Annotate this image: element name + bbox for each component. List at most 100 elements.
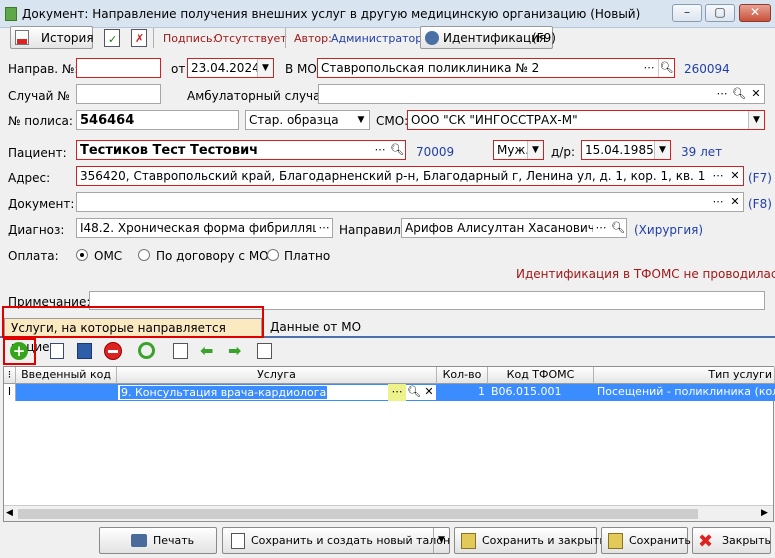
print-label: Печать: [153, 534, 195, 547]
ellipsis-icon[interactable]: ⋯: [714, 85, 730, 103]
save-button[interactable]: Сохранить: [601, 527, 691, 554]
ellipsis-icon[interactable]: ⋯: [641, 59, 657, 77]
tab-mo-data[interactable]: Данные от МО: [264, 318, 367, 337]
unsign-doc-icon[interactable]: ✗: [131, 29, 147, 47]
history-label: История: [41, 31, 94, 45]
service-edit-cell[interactable]: 9. Консультация врача-кардиолога ⋯ 🔍︎ ✕: [117, 384, 437, 401]
payment-radio-paid[interactable]: [267, 249, 279, 261]
naprav-number-input[interactable]: [76, 58, 161, 78]
dropdown-arrow-icon[interactable]: ▼: [353, 111, 369, 129]
print-button[interactable]: Печать: [99, 527, 217, 554]
close-icon[interactable]: ✕: [727, 167, 743, 185]
dropdown-arrow-icon[interactable]: ▼: [257, 59, 273, 77]
edit-list-icon[interactable]: [50, 343, 64, 359]
payment-radio-contract[interactable]: [138, 249, 150, 261]
target-mo-input[interactable]: Ставропольская поликлиника № 2 ⋯ 🔍︎: [317, 58, 675, 78]
payment-radio-oms[interactable]: [76, 249, 88, 261]
address-key[interactable]: (F7): [748, 171, 772, 185]
sign-doc-icon[interactable]: ✓: [104, 29, 120, 47]
sex-select[interactable]: Муж. ▼: [493, 140, 544, 160]
target-mo-code[interactable]: 260094: [684, 62, 730, 76]
search-icon[interactable]: 🔍︎: [407, 385, 421, 398]
close-button[interactable]: ✖ Закрыть: [692, 527, 771, 554]
ellipsis-icon[interactable]: ⋯: [316, 219, 332, 237]
search-icon[interactable]: 🔍︎: [389, 141, 405, 159]
history-icon: [15, 30, 29, 45]
table-cell[interactable]: Посещений - поликлиника (количе: [594, 384, 775, 401]
services-grid[interactable]: ⁝ Введенный код Услуга Кол-во Код ТФОМС …: [3, 366, 775, 522]
policy-label: № полиса:: [8, 114, 73, 128]
identification-label: Идентификация: [443, 31, 547, 45]
scroll-left-icon[interactable]: ◀: [6, 508, 13, 518]
dropdown-arrow-icon[interactable]: ▼: [748, 111, 764, 129]
scroll-right-icon[interactable]: ▶: [761, 508, 768, 518]
row-indicator-header: ⁝: [4, 367, 16, 384]
table-cell[interactable]: B06.015.001: [488, 384, 594, 401]
ellipsis-icon[interactable]: ⋯: [372, 141, 388, 159]
dob-input[interactable]: 15.04.1985 ▼: [581, 140, 671, 160]
policy-number-input[interactable]: 546464: [76, 110, 239, 130]
arrow-left-icon[interactable]: ⬅: [200, 341, 213, 360]
save-close-button[interactable]: Сохранить и закрыть: [454, 527, 606, 554]
case-number-input[interactable]: [76, 84, 161, 104]
close-icon[interactable]: ✕: [748, 85, 764, 103]
table-cell[interactable]: 1: [437, 384, 488, 401]
grid-header[interactable]: Код ТФОМС: [488, 367, 594, 384]
save-icon[interactable]: [77, 343, 92, 359]
napravil-input[interactable]: Арифов Алисултан Хасанович ⋯ 🔍︎: [401, 218, 627, 238]
table-cell[interactable]: [16, 384, 117, 401]
address-input[interactable]: 356420, Ставропольский край, Благодарнен…: [76, 166, 744, 186]
search-icon[interactable]: 🔍︎: [731, 85, 747, 103]
naprav-date-input[interactable]: 23.04.2024 ▼: [187, 58, 274, 78]
patient-value: Тестиков Тест Тестович: [80, 143, 259, 158]
refresh-icon[interactable]: [138, 342, 155, 359]
search-icon[interactable]: 🔍︎: [658, 59, 674, 77]
grid-header[interactable]: Услуга: [117, 367, 437, 384]
patient-age: 39 лет: [681, 145, 723, 159]
minimize-button[interactable]: –: [672, 4, 702, 22]
save-arrow-icon: [608, 533, 623, 549]
document-key[interactable]: (F8): [748, 197, 772, 211]
patient-label: Пациент:: [8, 146, 67, 160]
arrow-right-icon[interactable]: ➡: [228, 341, 241, 360]
ellipsis-icon[interactable]: ⋯: [710, 193, 726, 211]
grid-header[interactable]: Тип услуги: [594, 367, 775, 384]
close-window-button[interactable]: ✕: [739, 4, 771, 22]
author-label: Автор:: [294, 32, 332, 45]
smo-label: СМО:: [376, 114, 409, 128]
ellipsis-icon[interactable]: ⋯: [593, 219, 609, 237]
scroll-thumb[interactable]: [18, 509, 698, 519]
delete-icon[interactable]: [104, 342, 122, 360]
save-new-button[interactable]: Сохранить и создать новый талон ▼: [222, 527, 450, 554]
case-label: Случай №: [8, 89, 70, 103]
document-input[interactable]: ⋯ ✕: [76, 192, 744, 212]
ellipsis-icon[interactable]: ⋯: [388, 384, 406, 401]
list-icon[interactable]: [257, 343, 272, 359]
history-button[interactable]: История: [10, 26, 94, 49]
dropdown-arrow-icon[interactable]: ▼: [527, 141, 543, 159]
amb-case-input[interactable]: ⋯ 🔍︎ ✕: [318, 84, 765, 104]
patient-input[interactable]: Тестиков Тест Тестович ⋯ 🔍︎: [76, 140, 406, 160]
napravil-dept[interactable]: (Хирургия): [634, 223, 703, 237]
grid-header[interactable]: Введенный код: [16, 367, 117, 384]
horizontal-scrollbar[interactable]: ◀ ▶: [4, 505, 773, 521]
list-icon[interactable]: [173, 343, 188, 359]
patient-code[interactable]: 70009: [416, 145, 454, 159]
ellipsis-icon[interactable]: ⋯: [710, 167, 726, 185]
grid-header[interactable]: Кол-во: [437, 367, 488, 384]
dropdown-arrow-icon[interactable]: ▼: [654, 141, 670, 159]
close-icon[interactable]: ✕: [422, 385, 436, 398]
diagnosis-input[interactable]: I48.2. Хроническая форма фибрилляции ⋯: [76, 218, 333, 238]
diagnosis-label: Диагноз:: [8, 223, 65, 237]
restore-button[interactable]: ▢: [705, 4, 735, 22]
policy-type-select[interactable]: Стар. образца ▼: [245, 110, 370, 130]
smo-select[interactable]: ООО "СК "ИНГОССТРАХ-М" ▼: [407, 110, 765, 130]
service-value: 9. Консультация врача-кардиолога: [120, 386, 328, 399]
close-icon[interactable]: ✕: [727, 193, 743, 211]
dropdown-arrow-icon[interactable]: ▼: [433, 528, 449, 553]
search-icon[interactable]: 🔍︎: [610, 219, 626, 237]
save-arrow-icon: [461, 533, 476, 549]
dob-label: д/р:: [551, 145, 575, 159]
identification-button[interactable]: Идентификация (F9): [420, 26, 556, 49]
naprav-label: Направ. №:: [8, 62, 79, 76]
